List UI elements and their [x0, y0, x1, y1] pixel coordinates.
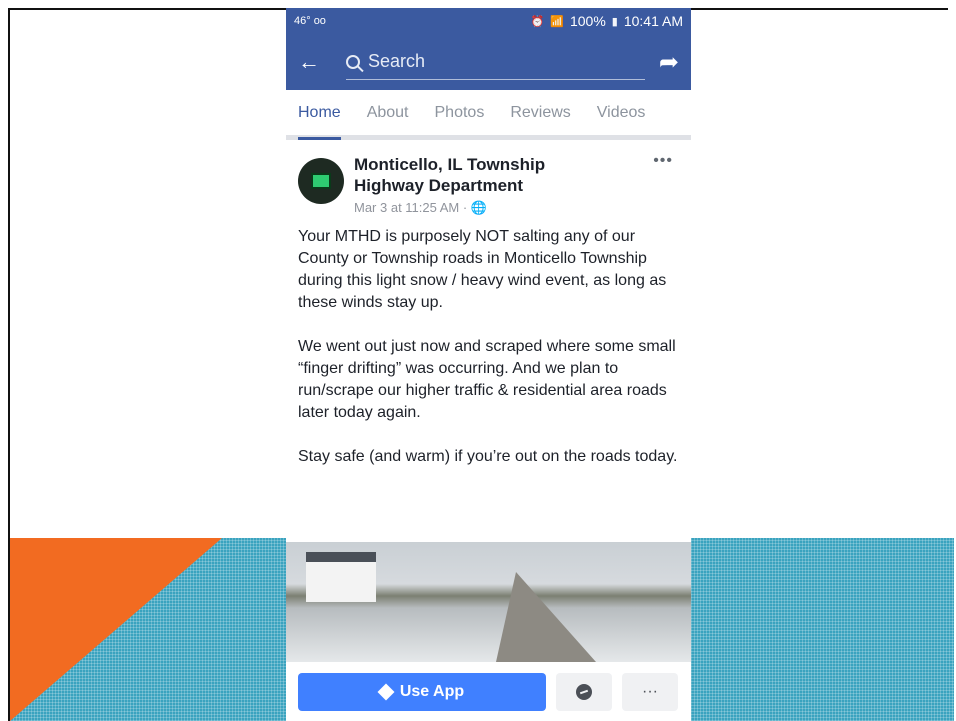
post-options-icon[interactable]: •••: [653, 152, 673, 170]
photo-house: [306, 552, 376, 602]
alarm-icon: ⏰: [530, 15, 545, 28]
messenger-icon: [576, 683, 592, 700]
action-bar: Use App ···: [286, 662, 691, 721]
search-bar: ← Search ➦: [286, 34, 691, 90]
post-paragraph: Stay safe (and warm) if you’re out on th…: [298, 448, 678, 465]
use-app-label: Use App: [399, 682, 465, 700]
post-timestamp[interactable]: Mar 3 at 11:25 AM · 🌐: [354, 200, 604, 216]
status-left-text: 46° ᴏᴏ: [294, 15, 326, 27]
phone-screenshot: 46° ᴏᴏ ⏰ 📶 100% ▮ 10:41 AM ← Search ➦ Ho…: [286, 8, 691, 721]
tab-photos[interactable]: Photos: [435, 90, 485, 135]
more-button[interactable]: ···: [622, 672, 678, 711]
page-avatar[interactable]: [298, 158, 344, 204]
page-tabs: Home About Photos Reviews Videos: [286, 90, 691, 140]
post-body: Your MTHD is purposely NOT salting any o…: [286, 216, 691, 468]
post-header: Monticello, IL Township Highway Departme…: [286, 140, 691, 216]
back-arrow-icon[interactable]: ←: [298, 49, 328, 75]
search-input[interactable]: Search: [346, 45, 645, 80]
messenger-button[interactable]: [556, 672, 612, 711]
photo-road: [496, 572, 596, 662]
avatar-sign-icon: [311, 173, 331, 189]
tab-home[interactable]: Home: [298, 90, 341, 140]
tab-videos[interactable]: Videos: [597, 90, 646, 135]
tab-reviews[interactable]: Reviews: [510, 90, 570, 135]
cube-icon: [377, 683, 395, 700]
wifi-signal-icon: 📶: [550, 15, 564, 28]
status-time: 10:41 AM: [623, 13, 683, 29]
search-placeholder: Search: [368, 51, 426, 71]
post-paragraph: We went out just now and scraped where s…: [298, 338, 676, 421]
more-label: ···: [642, 682, 658, 700]
search-icon: [346, 54, 360, 69]
use-app-button[interactable]: Use App: [298, 672, 546, 711]
page-name[interactable]: Monticello, IL Township Highway Departme…: [354, 154, 604, 196]
post-meta: Monticello, IL Township Highway Departme…: [354, 154, 604, 216]
battery-percent: 100%: [569, 13, 606, 29]
tab-about[interactable]: About: [367, 90, 409, 135]
post-paragraph: Your MTHD is purposely NOT salting any o…: [298, 228, 667, 311]
status-bar: 46° ᴏᴏ ⏰ 📶 100% ▮ 10:41 AM: [286, 8, 691, 34]
post-photo[interactable]: [286, 542, 691, 662]
share-icon[interactable]: ➦: [659, 48, 679, 77]
battery-icon: ▮: [611, 15, 618, 28]
